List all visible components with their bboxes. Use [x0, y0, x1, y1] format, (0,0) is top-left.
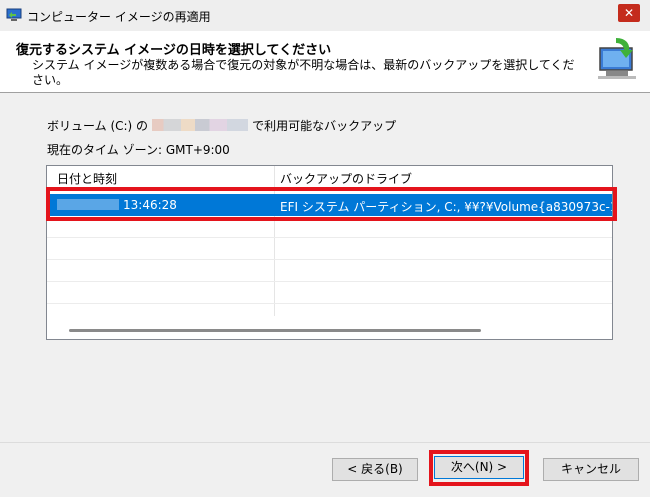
title-bar: コンピューター イメージの再適用 ✕: [0, 0, 650, 31]
volume-line: ボリューム (C:) の で利用可能なバックアップ: [47, 117, 396, 134]
volume-suffix: で利用可能なバックアップ: [252, 119, 397, 133]
column-header-date[interactable]: 日付と時刻: [57, 170, 117, 187]
restore-app-icon: [6, 8, 22, 21]
timezone-label: 現在のタイム ゾーン: GMT+9:00: [47, 143, 230, 157]
header-title: 復元するシステム イメージの日時を選択してください: [16, 43, 332, 58]
list-header: 日付と時刻 バックアップのドライブ: [47, 166, 612, 188]
restore-computer-icon: [598, 38, 636, 79]
close-icon: ✕: [618, 4, 640, 22]
volume-prefix: ボリューム (C:) の: [47, 119, 149, 133]
horizontal-scrollbar[interactable]: [47, 321, 612, 339]
table-row-empty: [47, 282, 612, 304]
header-description: システム イメージが複数ある場合で復元の対象が不明な場合は、最新のバックアップを…: [32, 58, 575, 87]
back-button[interactable]: < 戻る(B): [332, 458, 418, 481]
highlight-next-button: [429, 450, 529, 486]
highlight-selected-row: [46, 187, 617, 221]
footer-divider: [0, 442, 650, 443]
table-row-empty: [47, 238, 612, 260]
wizard-header: 復元するシステム イメージの日時を選択してください システム イメージが複数ある…: [0, 31, 650, 93]
column-header-drive[interactable]: バックアップのドライブ: [280, 170, 412, 187]
redacted-volume-name: [152, 119, 249, 131]
close-button[interactable]: ✕: [604, 0, 650, 31]
cancel-button[interactable]: キャンセル: [543, 458, 639, 481]
table-row-empty: [47, 260, 612, 282]
scrollbar-thumb[interactable]: [69, 329, 481, 332]
window-title: コンピューター イメージの再適用: [27, 10, 211, 24]
